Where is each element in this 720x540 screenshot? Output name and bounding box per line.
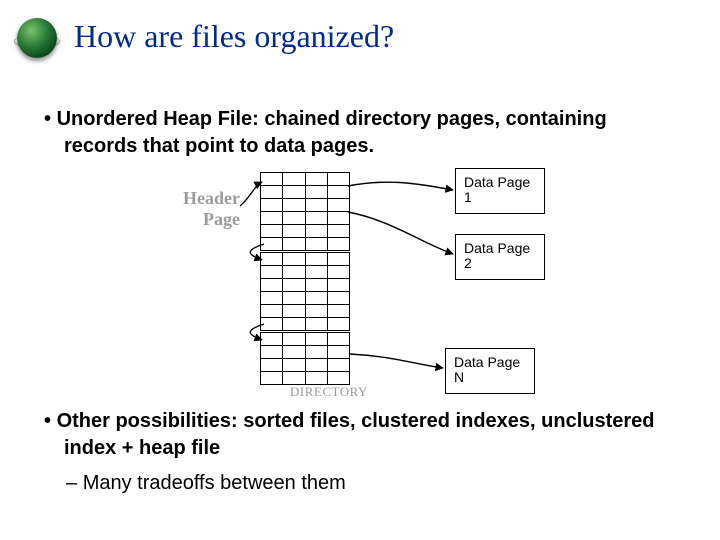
data-page-2: Data Page 2 xyxy=(455,234,545,280)
directory-block-3 xyxy=(260,332,350,385)
data-page-n: Data Page N xyxy=(445,348,535,394)
content: Unordered Heap File: chained directory p… xyxy=(0,64,720,497)
bullet-2: Other possibilities: sorted files, clust… xyxy=(44,408,676,462)
page-title: How are files organized? xyxy=(74,19,394,54)
directory-block-1 xyxy=(260,172,350,251)
directory-block-2 xyxy=(260,252,350,331)
data-page-1: Data Page 1 xyxy=(455,168,545,214)
directory-group-label: DIRECTORY xyxy=(290,384,368,400)
globe-icon xyxy=(14,14,60,60)
title-bar: How are files organized? xyxy=(0,0,720,64)
sub-bullet-1: Many tradeoffs between them xyxy=(66,470,676,497)
header-page-label: Header Page xyxy=(170,188,240,230)
diagram-arrows xyxy=(50,168,670,408)
heap-file-diagram: Header Page Data Page 1 Data Page 2 Data… xyxy=(50,168,670,408)
bullet-1: Unordered Heap File: chained directory p… xyxy=(44,106,676,160)
